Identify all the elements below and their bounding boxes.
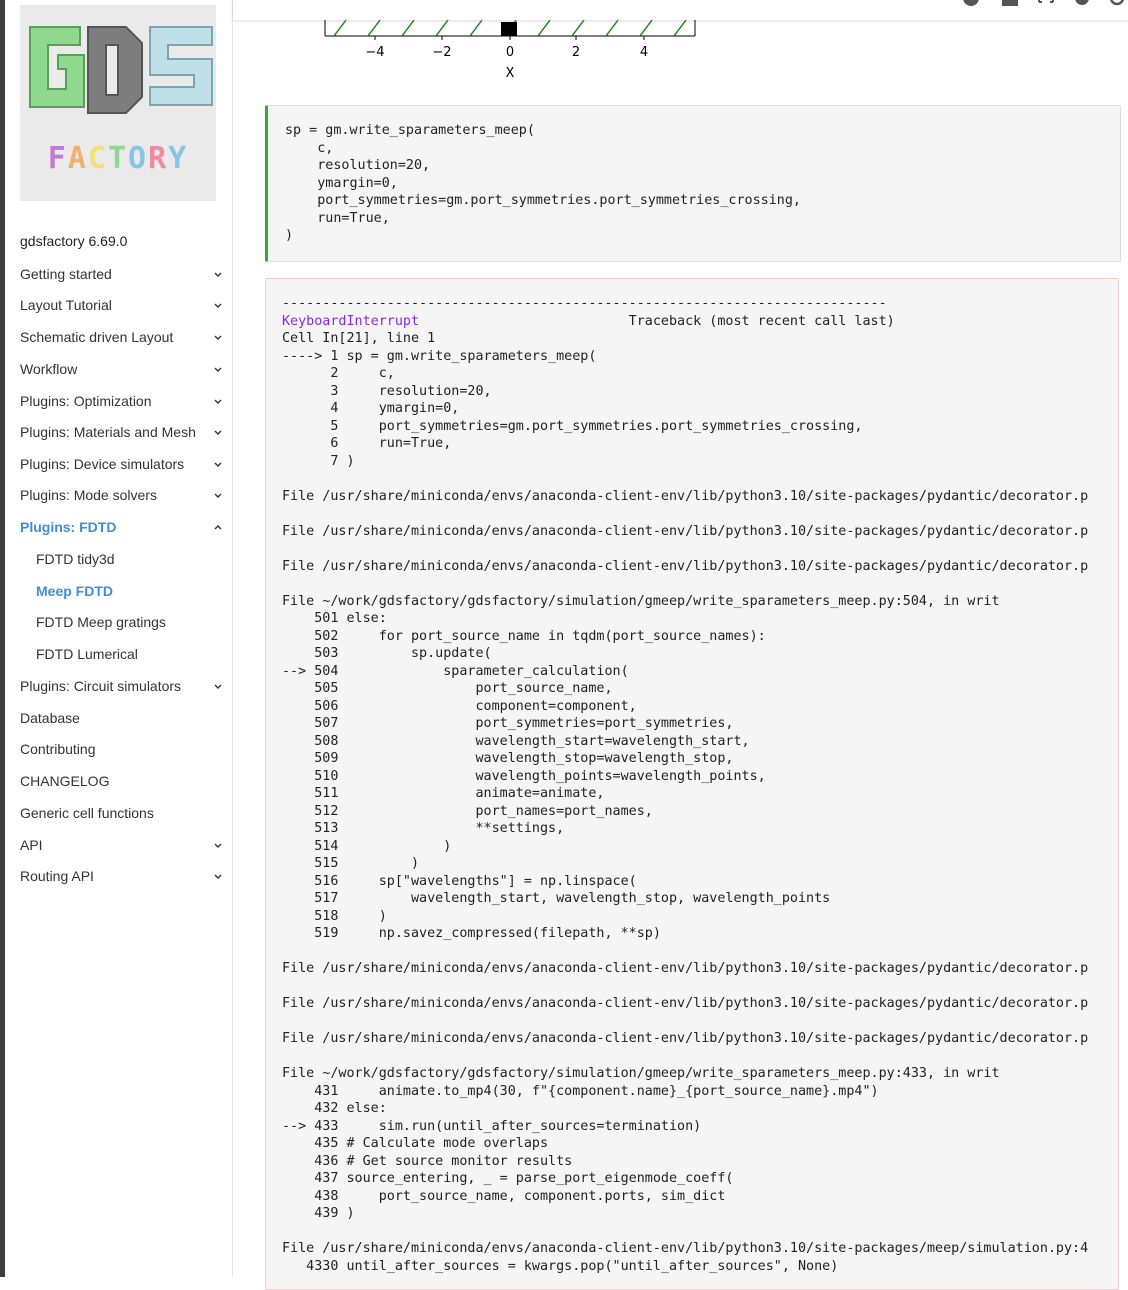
sidebar: FACTORY gdsfactory 6.69.0 Getting starte…	[5, 0, 233, 1277]
chevron-down-icon[interactable]	[214, 491, 222, 499]
sidebar-subitem[interactable]: FDTD Meep gratings	[36, 610, 166, 634]
nav-label: Plugins: Device simulators	[20, 456, 185, 472]
traceback-output: ----------------------------------------…	[282, 296, 1089, 1274]
svg-text:FACTORY: FACTORY	[48, 141, 188, 176]
nav-label: Generic cell functions	[20, 805, 154, 821]
nav-label: Plugins: Circuit simulators	[20, 678, 182, 694]
chevron-up-icon[interactable]	[214, 523, 222, 531]
x-tick-label: 4	[640, 45, 648, 60]
sidebar-item[interactable]: Plugins: Circuit simulators	[20, 674, 230, 698]
chevron-down-icon[interactable]	[214, 333, 222, 341]
plot-fragment: −4 −2 0 2 4 X	[324, 20, 696, 81]
sidebar-item[interactable]: API	[20, 833, 230, 857]
x-tick-label: 0	[506, 45, 514, 60]
chevron-down-icon[interactable]	[214, 365, 222, 373]
gdsfactory-logo[interactable]: FACTORY	[20, 5, 216, 201]
nav-label: Plugins: Materials and Mesh	[20, 424, 196, 440]
nav-label: Database	[20, 710, 80, 726]
chevron-down-icon[interactable]	[214, 841, 222, 849]
sidebar-item[interactable]: Plugins: Mode solvers	[20, 483, 230, 507]
x-axis-label: X	[506, 66, 515, 81]
sidebar-item[interactable]: Routing API	[20, 864, 230, 888]
chevron-down-icon[interactable]	[214, 872, 222, 880]
github-icon[interactable]	[962, 0, 980, 8]
sidebar-subitem[interactable]: Meep FDTD	[36, 579, 113, 603]
sidebar-item[interactable]: Plugins: Optimization	[20, 389, 230, 413]
sidebar-item[interactable]: Layout Tutorial	[20, 293, 230, 317]
logo-letter: F	[48, 141, 68, 176]
nav-label: Plugins: FDTD	[20, 519, 117, 535]
nav-label: Getting started	[20, 266, 112, 282]
nav-label: CHANGELOG	[20, 773, 110, 789]
chevron-down-icon[interactable]	[214, 682, 222, 690]
x-tick-label: −4	[365, 45, 384, 60]
error-output-cell: ----------------------------------------…	[265, 278, 1119, 1290]
nav-label: Workflow	[20, 361, 78, 377]
sidebar-item[interactable]: Database	[20, 706, 230, 730]
sidebar-item[interactable]: Schematic driven Layout	[20, 325, 230, 349]
menu-icon[interactable]	[257, 0, 275, 8]
chevron-down-icon[interactable]	[214, 428, 222, 436]
sidebar-subitem[interactable]: FDTD Lumerical	[36, 642, 138, 666]
nav-label: Layout Tutorial	[20, 297, 112, 313]
sidebar-item-active[interactable]: Plugins: FDTD	[20, 515, 230, 539]
top-toolbar	[233, 0, 1128, 20]
sidebar-item[interactable]: Contributing	[20, 737, 230, 761]
version-label[interactable]: gdsfactory 6.69.0	[20, 233, 127, 249]
x-tick-label: 2	[572, 45, 580, 60]
chevron-down-icon[interactable]	[214, 460, 222, 468]
fullscreen-icon[interactable]	[1037, 0, 1055, 8]
x-tick-label: −2	[432, 45, 451, 60]
nav-label: Schematic driven Layout	[20, 329, 174, 345]
sidebar-subitem[interactable]: FDTD tidy3d	[36, 547, 115, 571]
download-icon[interactable]	[1001, 0, 1019, 8]
sidebar-item[interactable]: Getting started	[20, 262, 230, 286]
sidebar-item[interactable]: Plugins: Device simulators	[20, 452, 230, 476]
nav-label: Plugins: Optimization	[20, 393, 152, 409]
nav-label: Contributing	[20, 741, 96, 757]
sidebar-item[interactable]: CHANGELOG	[20, 769, 230, 793]
sidebar-item[interactable]: Workflow	[20, 357, 230, 381]
nav-label: Routing API	[20, 868, 94, 884]
code-input-cell[interactable]: sp = gm.write_sparameters_meep( c, resol…	[265, 105, 1121, 262]
nav-label: Plugins: Mode solvers	[20, 487, 157, 503]
nav-label: API	[20, 837, 43, 853]
chevron-down-icon[interactable]	[214, 397, 222, 405]
sidebar-item[interactable]: Generic cell functions	[20, 801, 230, 825]
search-icon[interactable]	[1109, 0, 1127, 8]
sidebar-item[interactable]: Plugins: Materials and Mesh	[20, 420, 230, 444]
theme-icon[interactable]	[1073, 0, 1091, 8]
input-code[interactable]: sp = gm.write_sparameters_meep( c, resol…	[285, 122, 801, 245]
chevron-down-icon[interactable]	[214, 301, 222, 309]
chevron-down-icon[interactable]	[214, 270, 222, 278]
